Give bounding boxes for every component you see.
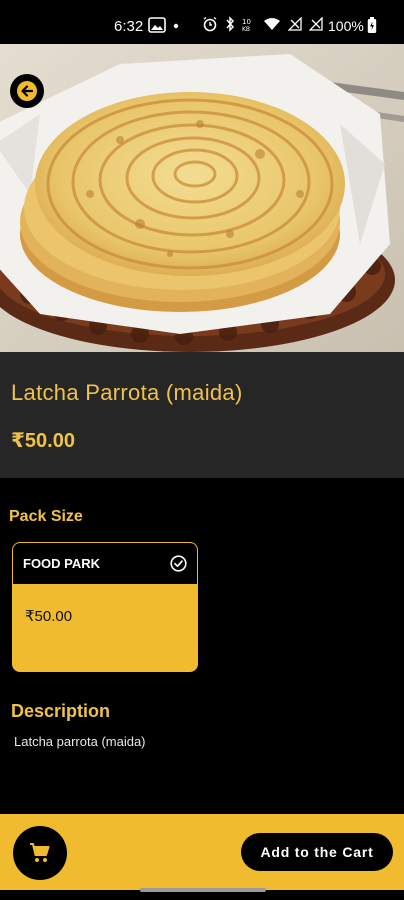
- description-text: Latcha parrota (maida): [14, 734, 146, 749]
- svg-text:KB: KB: [242, 26, 250, 32]
- add-to-cart-button[interactable]: Add to the Cart: [241, 833, 393, 871]
- data-speed-icon: 10 KB: [242, 18, 251, 32]
- bluetooth-icon: [226, 16, 235, 32]
- status-bar: 6:32 10 KB 100%: [0, 0, 404, 44]
- product-header: Latcha Parrota (maida) ₹50.00: [0, 352, 404, 478]
- cart-button[interactable]: [13, 826, 67, 880]
- pack-option-card[interactable]: FOOD PARK ₹50.00: [12, 542, 198, 672]
- shopping-cart-icon: [30, 843, 50, 862]
- product-price: ₹50.00: [11, 430, 75, 452]
- check-circle-icon: [170, 555, 187, 572]
- product-title: Latcha Parrota (maida): [11, 380, 243, 405]
- status-time: 6:32: [114, 18, 144, 35]
- back-button[interactable]: [10, 74, 44, 108]
- dot-icon: [173, 23, 179, 29]
- product-image: [0, 44, 404, 352]
- battery-icon: [367, 17, 377, 33]
- pack-option-header: FOOD PARK: [13, 543, 197, 584]
- pack-option-price: ₹50.00: [25, 608, 73, 625]
- signal-icon: [288, 17, 302, 31]
- pack-size-label: Pack Size: [9, 508, 83, 525]
- gallery-icon: [148, 17, 166, 33]
- pack-option-name: FOOD PARK: [23, 556, 101, 571]
- alarm-icon: [203, 16, 217, 32]
- battery-percent: 100%: [328, 18, 364, 34]
- arrow-left-icon: [17, 81, 37, 101]
- gesture-nav-handle[interactable]: [140, 888, 266, 892]
- signal-icon: [309, 17, 323, 31]
- description-title: Description: [11, 701, 111, 721]
- svg-text:10: 10: [242, 18, 251, 26]
- wifi-icon: [264, 18, 280, 30]
- parotta-illustration: [0, 44, 404, 352]
